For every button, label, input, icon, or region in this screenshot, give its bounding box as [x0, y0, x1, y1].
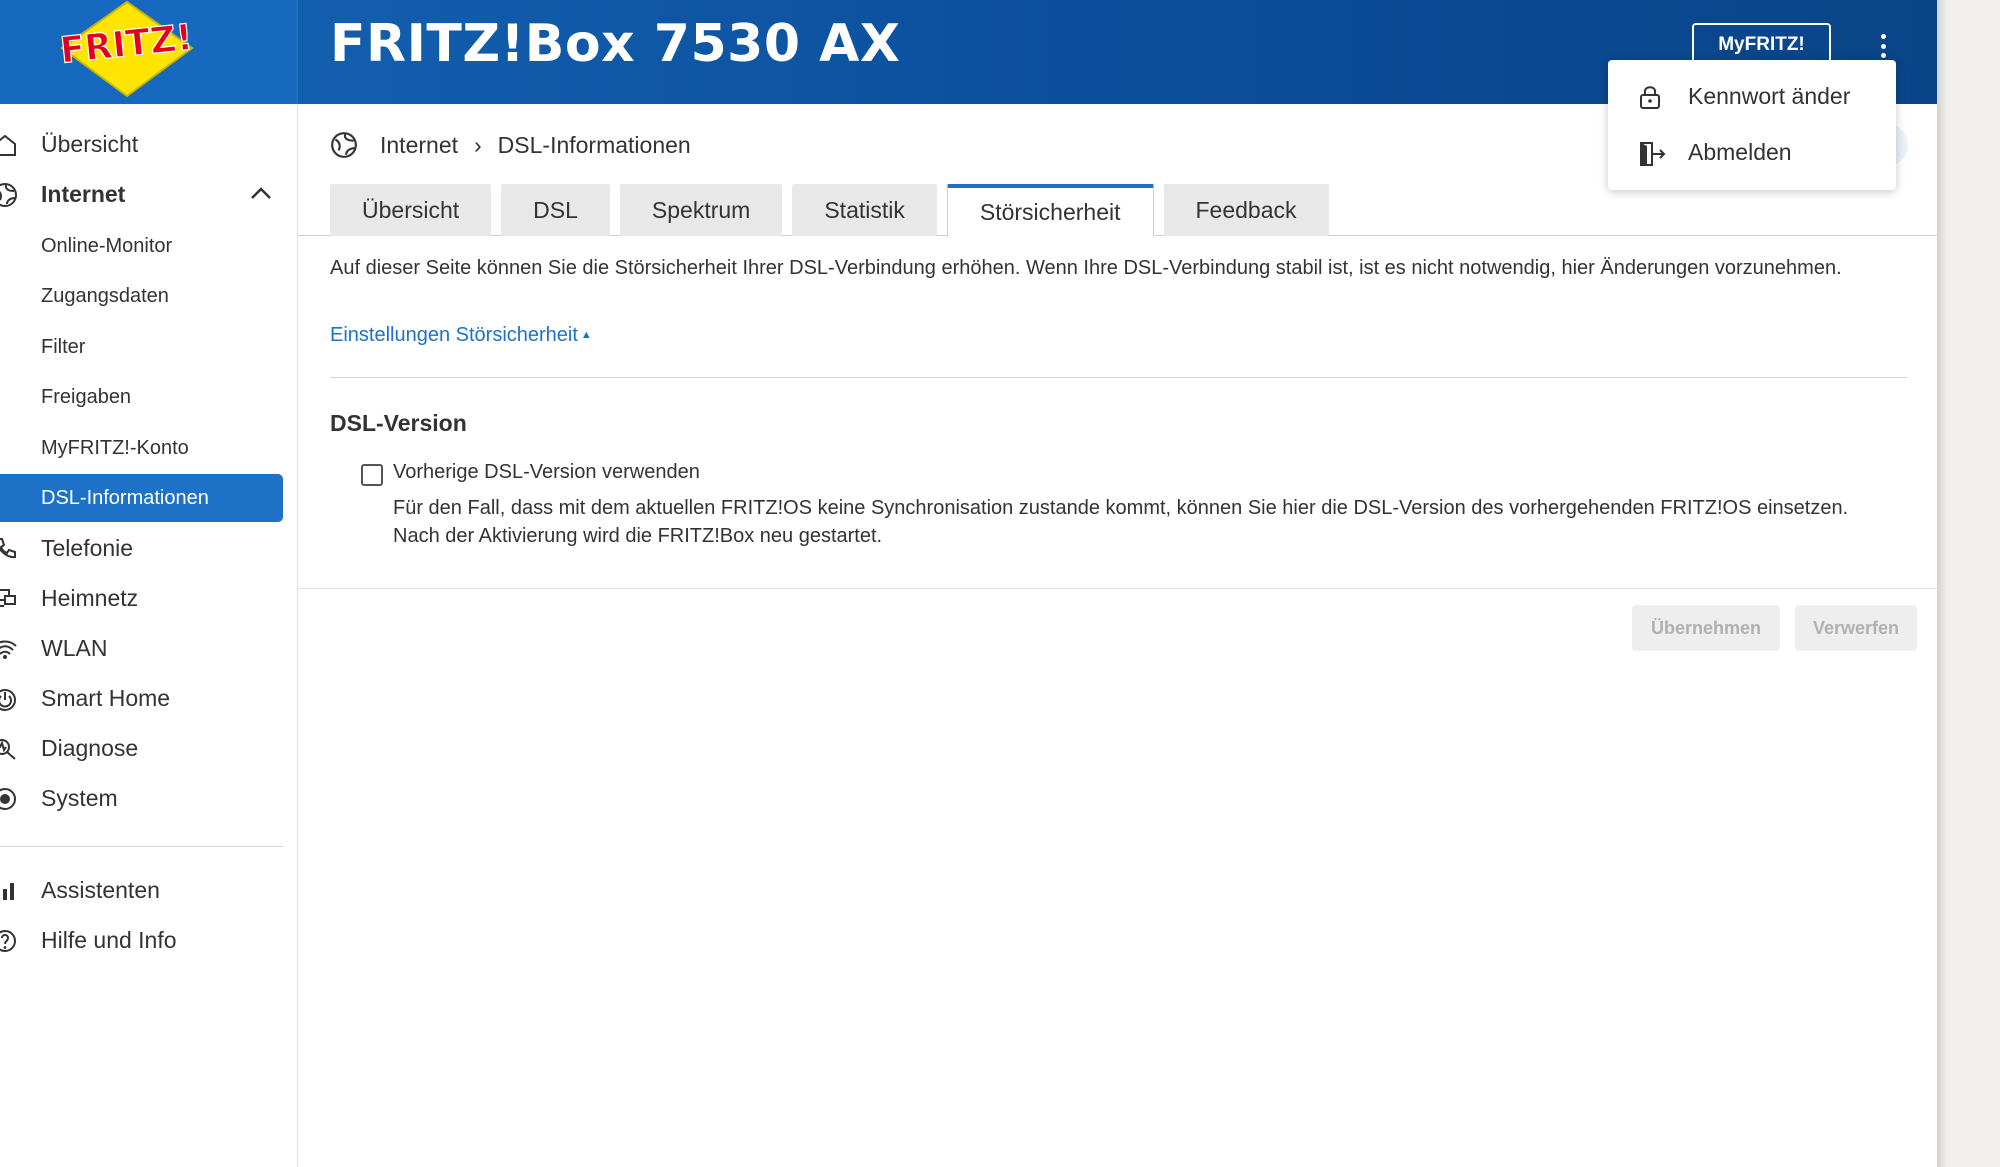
- sidebar-subitem-label: Zugangsdaten: [41, 285, 169, 307]
- sidebar-subitem-dsl-informationen[interactable]: DSL-Informationen: [0, 474, 283, 522]
- menu-item-label: Kennwort änder: [1688, 83, 1851, 109]
- sidebar-item-smart-home[interactable]: Smart Home: [0, 674, 283, 722]
- logo-area[interactable]: FRITZ!: [0, 0, 298, 104]
- checkbox-label[interactable]: Vorherige DSL-Version verwenden: [393, 461, 700, 484]
- network-icon: [0, 589, 16, 607]
- tab-bar: Übersicht DSL Spektrum Statistik Störsic…: [330, 184, 1339, 237]
- fritzbox-app: FRITZ! FRITZ!Box 7530 AX MyFRITZ! Übersi…: [0, 0, 1937, 1167]
- help-icon: [0, 930, 16, 952]
- sidebar-divider: [0, 846, 283, 847]
- sidebar-subitem-freigaben[interactable]: Freigaben: [0, 373, 283, 421]
- sidebar-subitem-filter[interactable]: Filter: [0, 323, 283, 371]
- sidebar-item-label: Heimnetz: [41, 585, 139, 611]
- user-menu: Kennwort änder Abmelden: [1608, 60, 1896, 190]
- tab-dsl[interactable]: DSL: [501, 184, 610, 236]
- globe-icon: [331, 132, 357, 158]
- breadcrumb: Internet › DSL-Informationen: [330, 128, 691, 162]
- checkbox-help-text: Für den Fall, dass mit dem aktuellen FRI…: [393, 497, 1849, 547]
- tab-feedback[interactable]: Feedback: [1163, 184, 1329, 236]
- sidebar-item-label: Hilfe und Info: [41, 927, 177, 953]
- home-icon: [0, 134, 16, 156]
- system-icon: [0, 788, 16, 810]
- fritz-logo-icon: FRITZ!: [58, 0, 195, 98]
- breadcrumb-current: DSL-Informationen: [497, 131, 691, 158]
- chevron-up-icon[interactable]: [250, 186, 272, 200]
- kebab-dot-icon: [1880, 43, 1886, 49]
- sidebar-item-uebersicht[interactable]: Übersicht: [0, 120, 283, 168]
- settings-link-label: Einstellungen Störsicherheit: [330, 324, 578, 346]
- sidebar-item-label: Telefonie: [41, 535, 134, 561]
- kebab-dot-icon: [1880, 53, 1886, 58]
- menu-item-label: Abmelden: [1688, 139, 1792, 165]
- intro-text: Auf dieser Seite können Sie die Störsich…: [330, 257, 1842, 279]
- sidebar-subitem-label: Freigaben: [41, 386, 132, 408]
- caret-up-icon: ▲: [580, 329, 592, 341]
- sidebar-subitem-zugangsdaten[interactable]: Zugangsdaten: [0, 272, 283, 320]
- section-divider: [330, 377, 1907, 378]
- sidebar-subitem-myfritz-konto[interactable]: MyFRITZ!-Konto: [0, 424, 283, 472]
- sidebar-item-label: Internet: [41, 181, 126, 207]
- sidebar: Übersicht Internet Online-Monitor Zugang…: [0, 104, 298, 1167]
- sidebar-item-label: WLAN: [41, 635, 108, 661]
- smart-home-icon: [0, 689, 16, 711]
- phone-icon: [0, 538, 16, 559]
- kebab-dot-icon: [1880, 34, 1886, 39]
- wifi-icon: [0, 640, 17, 659]
- globe-icon: [0, 183, 17, 207]
- discard-button[interactable]: Verwerfen: [1795, 605, 1917, 651]
- product-title: FRITZ!Box 7530 AX: [330, 14, 901, 74]
- apply-button[interactable]: Übernehmen: [1632, 605, 1780, 651]
- menu-item-change-password[interactable]: Kennwort änder: [1608, 70, 1896, 122]
- sidebar-item-wlan[interactable]: WLAN: [0, 624, 283, 672]
- sidebar-item-label: Übersicht: [41, 131, 139, 157]
- sidebar-item-label: Assistenten: [41, 877, 160, 903]
- sidebar-item-diagnose[interactable]: Diagnose: [0, 724, 283, 772]
- sidebar-item-telefonie[interactable]: Telefonie: [0, 524, 283, 572]
- tab-spektrum[interactable]: Spektrum: [619, 184, 783, 236]
- sidebar-subitem-online-monitor[interactable]: Online-Monitor: [0, 222, 283, 270]
- more-options-button[interactable]: [1870, 28, 1896, 64]
- content-divider: [298, 588, 1937, 589]
- diagnose-icon: [0, 739, 16, 760]
- previous-dsl-version-checkbox[interactable]: [361, 464, 383, 486]
- breadcrumb-separator: ›: [474, 131, 482, 158]
- sidebar-item-assistenten[interactable]: Assistenten: [0, 866, 283, 914]
- sidebar-subitem-label: MyFRITZ!-Konto: [41, 437, 189, 459]
- sidebar-item-internet[interactable]: Internet: [0, 170, 283, 218]
- sidebar-subitem-label: DSL-Informationen: [41, 487, 209, 509]
- settings-link[interactable]: Einstellungen Störsicherheit ▲: [330, 324, 592, 347]
- sidebar-item-label: System: [41, 785, 118, 811]
- sidebar-subitem-label: Filter: [41, 336, 86, 358]
- wizard-icon: [3, 883, 14, 900]
- sidebar-item-label: Diagnose: [41, 735, 139, 761]
- breadcrumb-parent[interactable]: Internet: [380, 132, 458, 159]
- menu-item-logout[interactable]: Abmelden: [1608, 126, 1896, 178]
- lock-icon: [1640, 86, 1660, 109]
- sidebar-item-label: Smart Home: [41, 685, 171, 711]
- sidebar-subitem-label: Online-Monitor: [41, 235, 173, 257]
- logout-icon: [1640, 142, 1666, 166]
- window-edge-shadow: [1937, 0, 1947, 1167]
- sidebar-item-hilfe[interactable]: Hilfe und Info: [0, 916, 283, 964]
- tab-statistik[interactable]: Statistik: [792, 184, 937, 236]
- logo-wordmark: FRITZ!: [58, 17, 194, 72]
- sidebar-item-system[interactable]: System: [0, 774, 283, 822]
- sidebar-item-heimnetz[interactable]: Heimnetz: [0, 574, 283, 622]
- section-title: DSL-Version: [330, 410, 467, 436]
- tab-uebersicht[interactable]: Übersicht: [330, 184, 492, 236]
- tab-stoersicherheit[interactable]: Störsicherheit: [946, 184, 1154, 237]
